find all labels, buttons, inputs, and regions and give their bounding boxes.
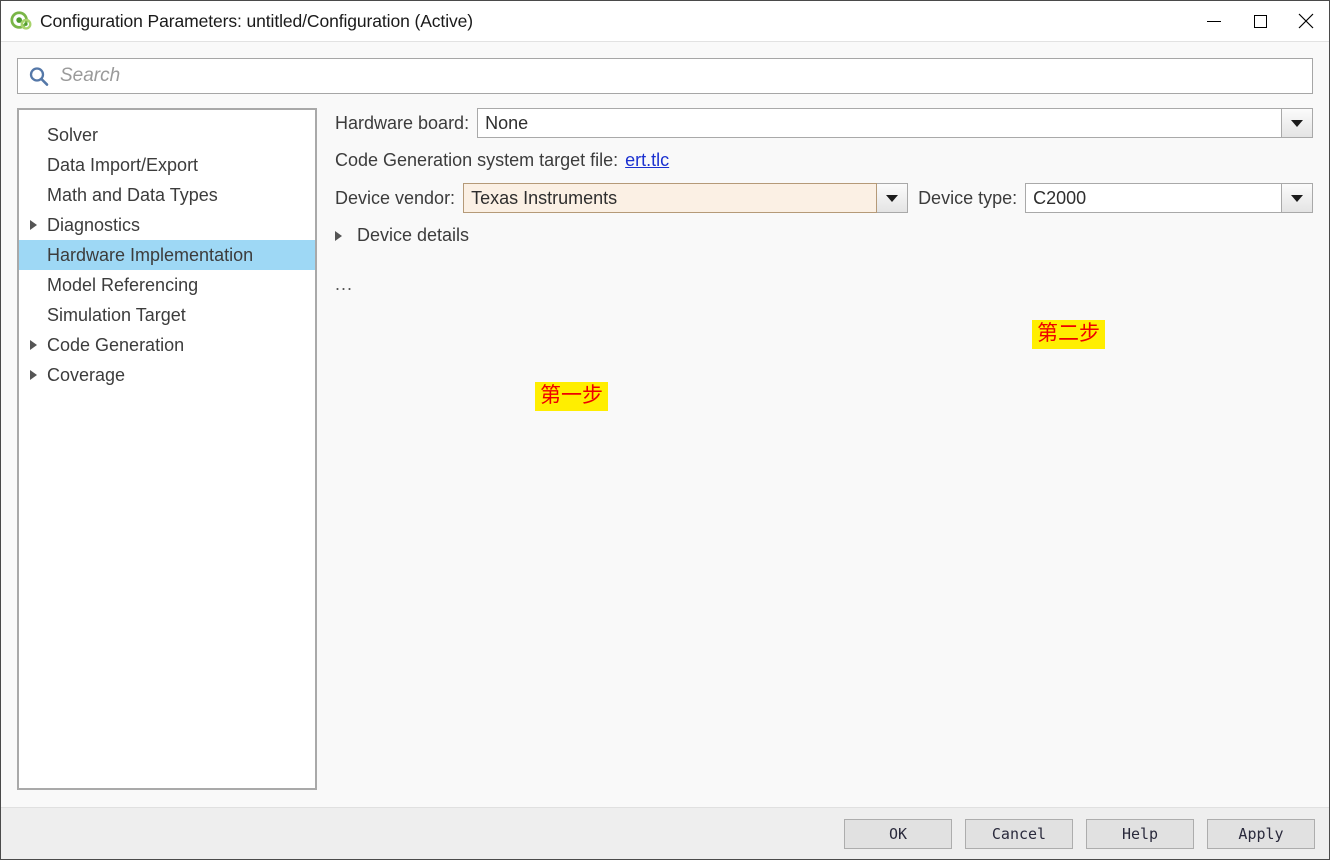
minimize-icon <box>1207 20 1221 22</box>
system-target-file-link[interactable]: ert.tlc <box>625 150 669 170</box>
cancel-button[interactable]: Cancel <box>965 818 1073 849</box>
hardware-board-row: Hardware board: None <box>335 108 1313 138</box>
device-type-value[interactable]: C2000 <box>1025 183 1282 213</box>
chevron-right-icon <box>29 340 37 350</box>
device-details-label: Device details <box>357 225 470 245</box>
dialog-body: Solver Data Import/Export Math and Data … <box>1 94 1329 807</box>
annotation-step-one: 第一步 <box>535 382 608 411</box>
chevron-right-icon <box>29 370 37 380</box>
sidebar-item-math-and-data-types[interactable]: Math and Data Types <box>19 180 315 210</box>
sidebar-item-label: Data Import/Export <box>47 154 199 175</box>
sidebar-item-model-referencing[interactable]: Model Referencing <box>19 270 315 300</box>
sidebar-item-label: Simulation Target <box>47 304 186 325</box>
sidebar-item-code-generation[interactable]: Code Generation <box>19 330 315 360</box>
device-type-label: Device type: <box>918 187 1018 208</box>
minimize-button[interactable] <box>1191 1 1237 41</box>
device-type-combobox[interactable]: C2000 <box>1025 183 1313 213</box>
ok-button[interactable]: OK <box>844 818 952 849</box>
window-controls <box>1191 1 1329 41</box>
device-details-expander[interactable]: Device details <box>335 225 1313 246</box>
system-target-file-label: Code Generation system target file: <box>335 150 619 170</box>
chevron-down-icon <box>886 194 899 202</box>
expand-arrow-button[interactable] <box>19 370 47 380</box>
sidebar-item-label: Hardware Implementation <box>47 244 254 265</box>
dialog-footer: OK Cancel Help Apply <box>1 807 1329 859</box>
simulink-gear-icon <box>10 11 32 30</box>
chevron-down-icon <box>1291 194 1303 202</box>
device-vendor-label: Device vendor: <box>335 187 456 208</box>
hardware-board-label: Hardware board: <box>335 112 470 133</box>
expand-arrow-button[interactable] <box>335 230 357 241</box>
close-icon <box>1298 13 1314 29</box>
hardware-board-value[interactable]: None <box>477 108 1282 138</box>
sidebar-item-data-import-export[interactable]: Data Import/Export <box>19 150 315 180</box>
device-vendor-dropdown-button[interactable] <box>877 183 909 213</box>
hardware-board-combobox[interactable]: None <box>477 108 1313 138</box>
annotation-step-two: 第二步 <box>1032 320 1105 349</box>
sidebar-item-label: Solver <box>47 124 99 145</box>
overflow-ellipsis: ... <box>335 274 354 294</box>
help-button[interactable]: Help <box>1086 818 1194 849</box>
sidebar-item-label: Coverage <box>47 364 126 385</box>
device-row: Device vendor: Texas Instruments Device … <box>335 183 1313 213</box>
configuration-parameters-dialog: Configuration Parameters: untitled/Confi… <box>0 0 1330 860</box>
sidebar-item-solver[interactable]: Solver <box>19 120 315 150</box>
search-box[interactable] <box>17 58 1313 94</box>
sidebar-item-diagnostics[interactable]: Diagnostics <box>19 210 315 240</box>
close-button[interactable] <box>1283 1 1329 41</box>
window-title: Configuration Parameters: untitled/Confi… <box>40 10 473 31</box>
expand-arrow-button[interactable] <box>19 340 47 350</box>
search-icon <box>29 66 49 86</box>
chevron-right-icon <box>335 230 342 241</box>
maximize-icon <box>1253 14 1267 28</box>
sidebar-item-label: Math and Data Types <box>47 184 218 205</box>
settings-tree[interactable]: Solver Data Import/Export Math and Data … <box>17 108 317 790</box>
sidebar-item-hardware-implementation[interactable]: Hardware Implementation <box>19 240 315 270</box>
maximize-button[interactable] <box>1237 1 1283 41</box>
chevron-right-icon <box>29 220 37 230</box>
sidebar-item-coverage[interactable]: Coverage <box>19 360 315 390</box>
chevron-down-icon <box>1291 119 1303 127</box>
device-vendor-combobox[interactable]: Texas Instruments <box>463 183 909 213</box>
apply-button[interactable]: Apply <box>1207 818 1315 849</box>
sidebar-item-simulation-target[interactable]: Simulation Target <box>19 300 315 330</box>
search-input[interactable] <box>60 62 1312 90</box>
hardware-board-dropdown-button[interactable] <box>1282 108 1313 138</box>
sidebar-item-label: Diagnostics <box>47 214 141 235</box>
sidebar-item-label: Model Referencing <box>47 274 199 295</box>
sidebar-item-label: Code Generation <box>47 334 185 355</box>
title-bar: Configuration Parameters: untitled/Confi… <box>1 1 1329 42</box>
expand-arrow-button[interactable] <box>19 220 47 230</box>
device-type-dropdown-button[interactable] <box>1282 183 1313 213</box>
search-bar <box>1 42 1329 94</box>
device-vendor-value[interactable]: Texas Instruments <box>463 183 878 213</box>
system-target-file-row: Code Generation system target file: ert.t… <box>335 150 1313 171</box>
settings-panel: Hardware board: None Code Generation sys… <box>317 108 1313 807</box>
